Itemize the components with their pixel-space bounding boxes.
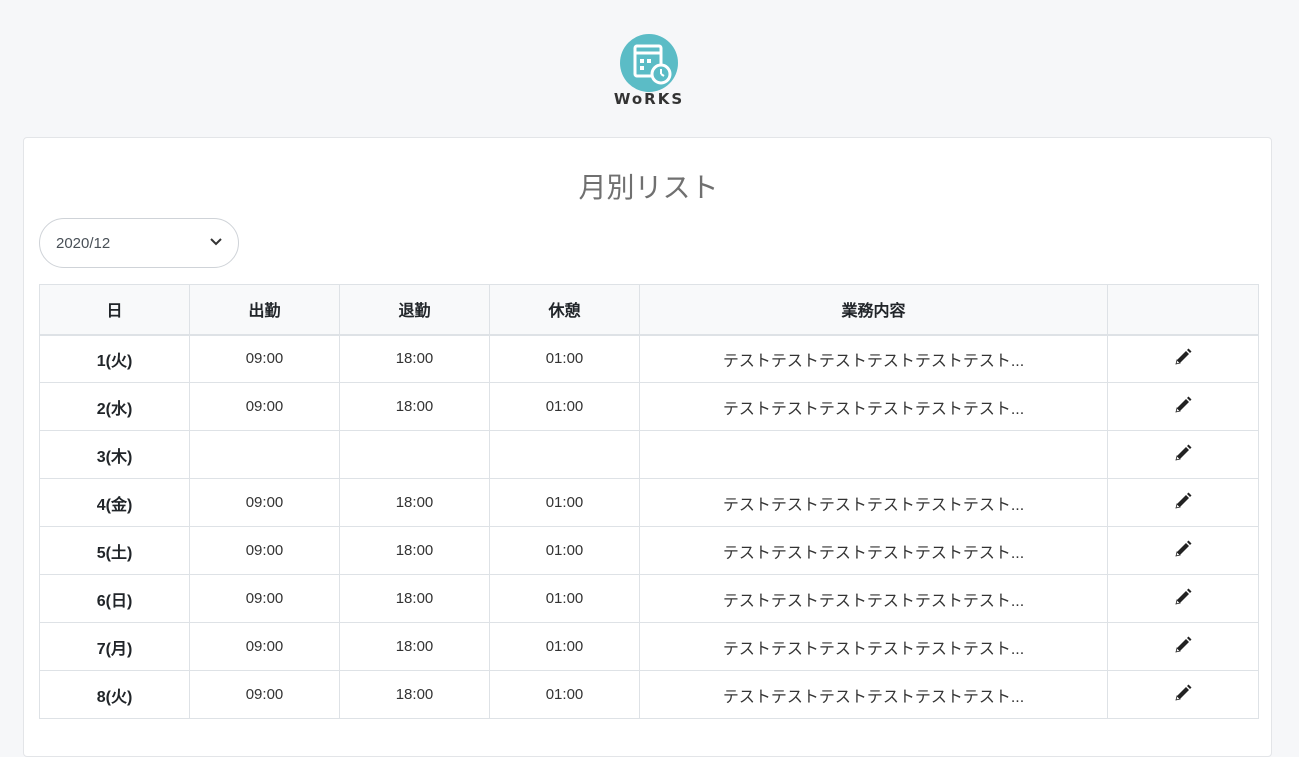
start-time-cell: 09:00: [189, 382, 340, 431]
day-cell: 4(金): [39, 478, 190, 527]
end-time-cell: 18:00: [339, 334, 490, 383]
table-row: 8(火) 09:00 18:00 01:00 テストテストテストテストテストテスト...: [39, 670, 1259, 719]
break-time-cell: 01:00: [489, 382, 640, 431]
work-content-cell: [639, 430, 1108, 479]
start-time-cell: 09:00: [189, 670, 340, 719]
day-cell: 2(水): [39, 382, 190, 431]
table-row: 2(水) 09:00 18:00 01:00 テストテストテストテストテストテスト...: [39, 382, 1259, 431]
work-content-cell: テストテストテストテストテストテスト...: [639, 478, 1108, 527]
edit-cell: [1107, 622, 1259, 671]
work-content-cell: テストテストテストテストテストテスト...: [639, 574, 1108, 623]
table-row: 5(土) 09:00 18:00 01:00 テストテストテストテストテストテスト...: [39, 526, 1259, 575]
edit-cell: [1107, 574, 1259, 623]
day-cell: 3(木): [39, 430, 190, 479]
start-time-cell: 09:00: [189, 526, 340, 575]
day-cell: 5(土): [39, 526, 190, 575]
start-time-cell: 09:00: [189, 334, 340, 383]
start-time-cell: 09:00: [189, 622, 340, 671]
work-content-cell: テストテストテストテストテストテスト...: [639, 382, 1108, 431]
day-cell: 1(火): [39, 334, 190, 383]
edit-cell: [1107, 382, 1259, 431]
end-time-cell: 18:00: [339, 574, 490, 623]
edit-cell: [1107, 478, 1259, 527]
work-content-cell: テストテストテストテストテストテスト...: [639, 334, 1108, 383]
header-work: 業務内容: [639, 284, 1108, 336]
works-logo-icon: [620, 34, 678, 92]
break-time-cell: 01:00: [489, 670, 640, 719]
break-time-cell: 01:00: [489, 478, 640, 527]
pencil-icon[interactable]: [1174, 492, 1192, 510]
pencil-icon[interactable]: [1174, 636, 1192, 654]
header-start: 出勤: [189, 284, 340, 336]
table-header-row: 日 出勤 退勤 休憩 業務内容: [39, 284, 1259, 336]
month-select[interactable]: 2020/12: [39, 218, 239, 268]
end-time-cell: [339, 430, 490, 479]
monthly-list-card: 月別リスト 2020/12 日 出勤 退勤 休憩 業務内容 1(火)09:00: [23, 137, 1272, 757]
end-time-cell: 18:00: [339, 382, 490, 431]
header-end: 退勤: [339, 284, 490, 336]
page-title: 月別リスト: [578, 171, 719, 204]
header-break: 休憩: [489, 284, 640, 336]
work-content-cell: テストテストテストテストテストテスト...: [639, 526, 1108, 575]
end-time-cell: 18:00: [339, 478, 490, 527]
pencil-icon[interactable]: [1174, 588, 1192, 606]
edit-cell: [1107, 334, 1259, 383]
end-time-cell: 18:00: [339, 622, 490, 671]
edit-cell: [1107, 430, 1259, 479]
table-row: 1(火) 09:00 18:00 01:00 テストテストテストテストテストテスト...: [39, 334, 1259, 383]
work-content-cell: テストテストテストテストテストテスト...: [639, 622, 1108, 671]
end-time-cell: 18:00: [339, 526, 490, 575]
day-cell: 6(日): [39, 574, 190, 623]
start-time-cell: 09:00: [189, 574, 340, 623]
break-time-cell: 01:00: [489, 334, 640, 383]
break-time-cell: 01:00: [489, 526, 640, 575]
day-cell: 8(火): [39, 670, 190, 719]
pencil-icon[interactable]: [1174, 540, 1192, 558]
pencil-icon[interactable]: [1174, 396, 1192, 414]
break-time-cell: 01:00: [489, 574, 640, 623]
table-row: 7(月) 09:00 18:00 01:00 テストテストテストテストテストテスト...: [39, 622, 1259, 671]
header: WoRKS: [0, 0, 1299, 137]
start-time-cell: [189, 430, 340, 479]
pencil-icon[interactable]: [1174, 348, 1192, 366]
header-actions: [1107, 284, 1259, 336]
logo-text: WoRKS: [613, 90, 685, 108]
month-select-value: 2020/12: [56, 234, 111, 252]
break-time-cell: 01:00: [489, 622, 640, 671]
edit-cell: [1107, 526, 1259, 575]
table-row: 6(日) 09:00 18:00 01:00 テストテストテストテストテストテスト...: [39, 574, 1259, 623]
chevron-down-icon: [210, 237, 222, 249]
work-content-cell: テストテストテストテストテストテスト...: [639, 670, 1108, 719]
end-time-cell: 18:00: [339, 670, 490, 719]
start-time-cell: 09:00: [189, 478, 340, 527]
attendance-table: 日 出勤 退勤 休憩 業務内容 1(火) 09:00 18:00 01:00 テストテス…: [39, 284, 1259, 719]
pencil-icon[interactable]: [1174, 684, 1192, 702]
day-cell: 7(月): [39, 622, 190, 671]
header-day: 日: [39, 284, 190, 336]
pencil-icon[interactable]: [1174, 444, 1192, 462]
table-row: 4(金) 09:00 18:00 01:00 テストテストテストテストテストテスト...: [39, 478, 1259, 527]
break-time-cell: [489, 430, 640, 479]
edit-cell: [1107, 670, 1259, 719]
table-row: 3(木): [39, 430, 1259, 479]
